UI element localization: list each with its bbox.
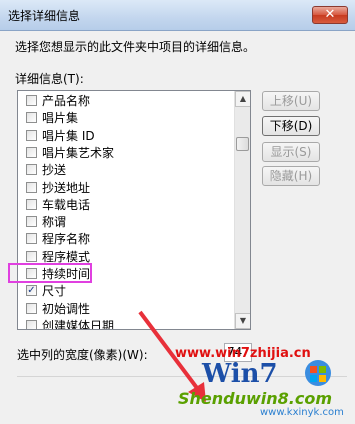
watermark-sub-url: www.kxinyk.com: [260, 407, 344, 418]
watermark-brand: Shenduwin8.com: [178, 389, 333, 408]
watermark-logo: Win7: [201, 359, 331, 389]
watermark-logo-text: Win7: [201, 359, 278, 389]
